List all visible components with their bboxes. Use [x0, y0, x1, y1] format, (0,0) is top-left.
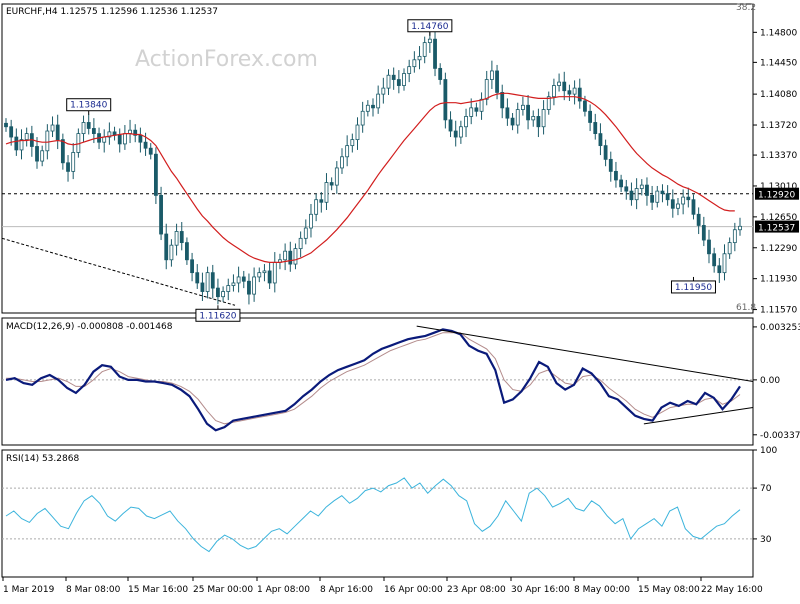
rsi-y-tick-label: 30: [760, 535, 772, 545]
x-tick-label: 25 Mar 00:00: [193, 585, 253, 595]
price-y-tick-label: 1.11570: [760, 306, 797, 316]
rsi-y-tick-label: 70: [760, 484, 772, 494]
chart-svg: EURCHF,H4 1.12575 1.12596 1.12536 1.1253…: [1, 3, 800, 595]
price-chart-title: EURCHF,H4 1.12575 1.12596 1.12536 1.1253…: [6, 7, 218, 17]
x-tick-label: 30 Apr 16:00: [511, 585, 570, 595]
rsi-y-tick-label: 100: [760, 446, 777, 456]
price-y-tick-label: 1.13370: [760, 151, 797, 161]
price-y-tick-label: 1.11930: [760, 275, 797, 285]
x-tick-label: 8 Mar 08:00: [66, 585, 121, 595]
fib-38-label: 38.2: [736, 3, 756, 13]
rsi-title: RSI(14) 53.2868: [6, 454, 79, 464]
candle: [443, 72, 448, 129]
price-y-tick-label: 1.14080: [760, 90, 797, 100]
macd-panel: [1, 317, 754, 446]
macd-y-tick-label: 0.003253: [760, 323, 800, 333]
macd-axis: 0.003253 0.00 -0.003373: [753, 323, 800, 441]
rsi-panel: [1, 449, 754, 578]
fib-61-label: 61.8: [736, 303, 756, 313]
callout-label: 1.11950: [675, 283, 712, 293]
macd-y-tick-label: 0.00: [760, 376, 780, 386]
x-tick-label: 16 Apr 00:00: [384, 585, 443, 595]
x-tick-label: 8 May 00:00: [574, 585, 630, 595]
x-tick-label: 22 May 16:00: [701, 585, 763, 595]
current-price-label: 1.12537: [758, 224, 795, 234]
trading-chart: EURCHF,H4 1.12575 1.12596 1.12536 1.1253…: [0, 0, 800, 600]
watermark-text: ActionForex.com: [135, 47, 318, 72]
price-y-tick-label: 1.14800: [760, 28, 797, 38]
price-y-tick-label: 1.12290: [760, 244, 797, 254]
price-axis: 1.148001.144501.140801.137201.133701.130…: [753, 28, 799, 316]
callout-label: 1.14760: [411, 22, 448, 32]
x-tick-label: 1 Apr 08:00: [257, 585, 310, 595]
level-label: 1.12920: [758, 191, 795, 201]
macd-title: MACD(12,26,9) -0.000808 -0.001468: [6, 322, 173, 332]
callout-label: 1.13840: [70, 101, 107, 111]
rsi-axis: 100 70 30: [753, 446, 777, 545]
x-tick-label: 15 May 08:00: [638, 585, 700, 595]
x-axis: 1 Mar 2019 8 Mar 08:00 15 Mar 16:00 25 Mar …: [2, 577, 763, 595]
x-tick-label: 8 Apr 16:00: [320, 585, 373, 595]
price-panel: [1, 3, 754, 314]
x-tick-label: 15 Mar 16:00: [128, 585, 188, 595]
price-y-tick-label: 1.13720: [760, 121, 797, 131]
x-tick-label: 1 Mar 2019: [3, 585, 55, 595]
macd-y-tick-label: -0.003373: [760, 431, 800, 441]
candle: [154, 147, 158, 204]
price-y-tick-label: 1.14450: [760, 58, 797, 68]
x-tick-label: 23 Apr 08:00: [447, 585, 506, 595]
callout-label: 1.11620: [199, 311, 236, 321]
